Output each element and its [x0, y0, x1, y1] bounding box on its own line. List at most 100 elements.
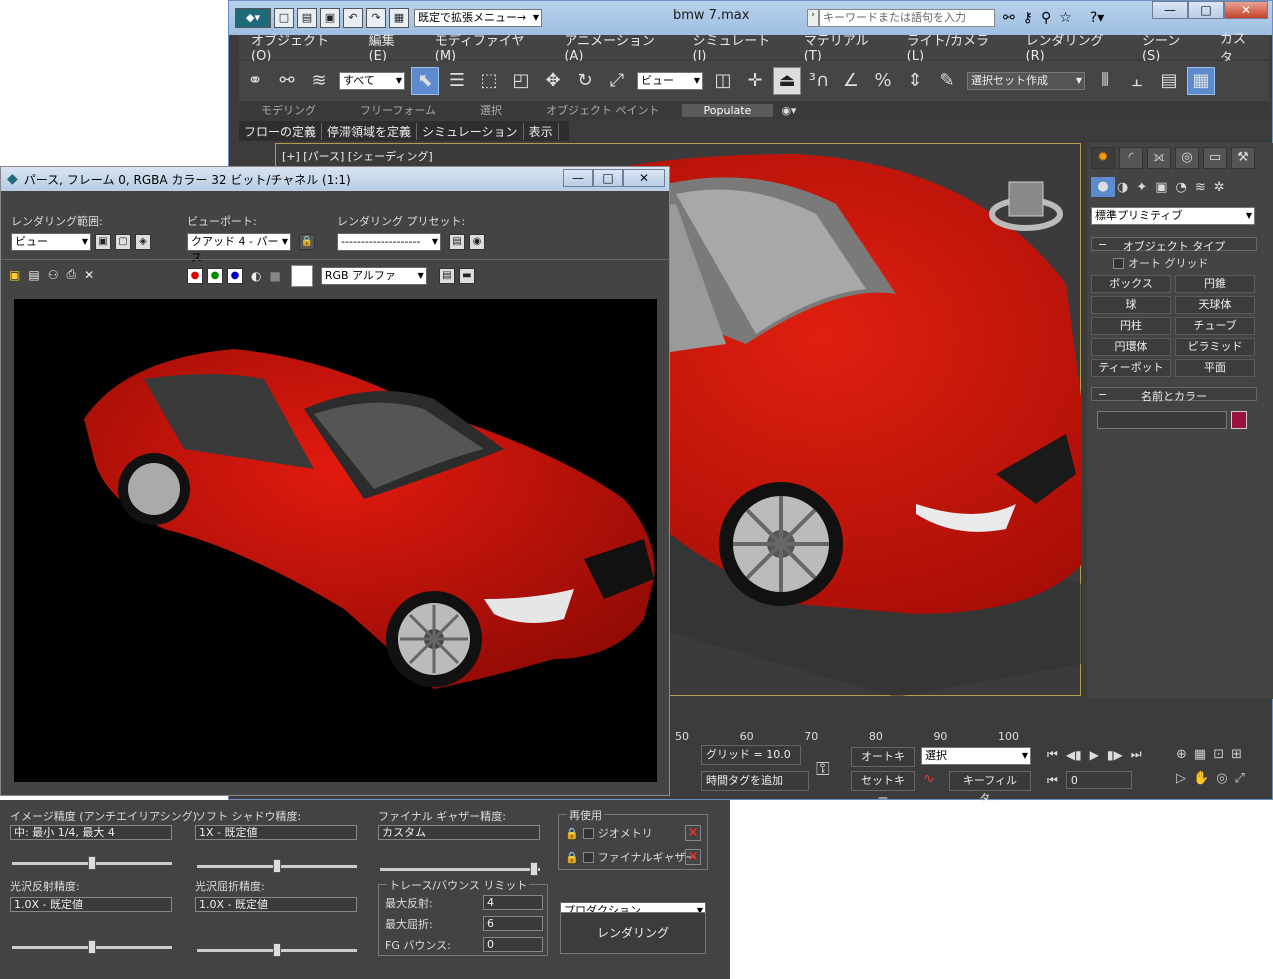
manipulate-icon[interactable]: ✛ [741, 67, 769, 95]
search-input[interactable]: キーワードまたは語句を入力 [819, 9, 995, 27]
keyboard-shortcut-override-icon[interactable]: ⏏ [773, 67, 801, 95]
favorites-icon[interactable]: ☆ [1059, 10, 1072, 26]
align-icon[interactable]: ⫠ [1123, 67, 1151, 95]
space-warps-icon[interactable]: ≋ [1195, 180, 1206, 195]
communication-icon[interactable]: ⚲ [1041, 10, 1051, 26]
new-file-icon[interactable]: □ [274, 8, 294, 28]
green-channel-icon[interactable]: ● [207, 268, 223, 284]
max-refractions-field[interactable]: 6 [483, 916, 543, 931]
hierarchy-tab-icon[interactable]: ⟗ [1147, 147, 1171, 169]
next-frame-icon[interactable]: ▮▶ [1107, 748, 1123, 762]
menu-scene[interactable]: シーン(S) [1130, 30, 1208, 64]
rollout-header[interactable]: − 名前とカラー [1091, 387, 1257, 403]
clone-window-icon[interactable]: ⚇ [48, 268, 59, 282]
prev-frame-icon[interactable]: ◀▮ [1066, 748, 1082, 762]
copy-image-icon[interactable]: ▤ [28, 268, 39, 282]
current-frame-field[interactable]: 0 [1065, 771, 1132, 789]
menu-simulate[interactable]: シミュレート(I) [681, 30, 792, 64]
orbit-icon[interactable]: ◎ [1216, 771, 1227, 786]
scale-icon[interactable]: ⤢ [603, 67, 631, 95]
tube-button[interactable]: チューブ [1175, 317, 1255, 335]
clear-fg-cache-icon[interactable]: ✕ [685, 849, 701, 865]
image-precision-slider[interactable] [12, 856, 172, 870]
key-tangent-icon[interactable]: ∿ [923, 771, 935, 787]
autogrid-checkbox[interactable] [1113, 257, 1124, 269]
glossy-refraction-slider[interactable] [197, 943, 357, 957]
zoom-extents-icon[interactable]: ⊡ [1213, 747, 1224, 762]
toggle-ribbon-icon[interactable]: ▦ [1187, 67, 1215, 95]
play-icon[interactable]: ▶ [1090, 748, 1099, 762]
ribbon-define-idle-areas[interactable]: 停滞領域を定義 [322, 122, 418, 140]
angle-snap-icon[interactable]: ∠ [837, 67, 865, 95]
close-button[interactable]: ✕ [1224, 1, 1268, 19]
ribbon-define-flows[interactable]: フローの定義 [239, 122, 323, 140]
render-setup-icon[interactable]: ▤ [449, 234, 465, 250]
set-key-icon[interactable]: ⚿ [816, 759, 830, 780]
viewport-select[interactable]: クアッド 4 - パース [187, 233, 291, 264]
maximize-viewport-icon[interactable]: ⤢ [1235, 771, 1245, 786]
minimize-button[interactable]: — [563, 169, 593, 187]
key-filters-button[interactable]: キーフィルタ... [949, 771, 1031, 805]
time-ruler[interactable]: 50 60 70 80 90 100 [675, 729, 1035, 743]
layer-explorer-icon[interactable]: ▤ [1155, 67, 1183, 95]
render-preset-select[interactable]: -------------------- [337, 233, 441, 251]
save-icon[interactable]: ▣ [320, 8, 340, 28]
workspace-select[interactable]: 既定で拡張メニュー→ [414, 9, 542, 27]
menu-edit[interactable]: 編集(E) [357, 30, 423, 64]
reference-coord-select[interactable]: ビュー [637, 72, 703, 90]
render-button[interactable]: レンダリング [560, 912, 706, 954]
environment-icon[interactable]: ◉ [469, 234, 485, 250]
object-color-swatch[interactable] [1231, 411, 1247, 429]
glossy-reflection-slider[interactable] [12, 940, 172, 954]
pivot-center-icon[interactable]: ◫ [709, 67, 737, 95]
glossy-refraction-field[interactable]: 1.0X - 既定値 [195, 897, 357, 912]
menu-object[interactable]: オブジェクト(O) [239, 30, 357, 64]
image-precision-field[interactable]: 中: 最小 1/4, 最大 4 [10, 825, 172, 840]
zoom-all-icon[interactable]: ▦ [1194, 747, 1206, 762]
geosphere-button[interactable]: 天球体 [1175, 296, 1255, 314]
clear-icon[interactable]: ✕ [84, 268, 94, 282]
auto-key-button[interactable]: オートキー [851, 747, 915, 781]
blue-channel-icon[interactable]: ● [227, 268, 243, 284]
alpha-channel-icon[interactable]: ◐ [251, 269, 261, 283]
spinner-snap-icon[interactable]: ⇕ [901, 67, 929, 95]
display-channel-select[interactable]: RGB アルファ [320, 267, 427, 285]
undo-icon[interactable]: ↶ [343, 8, 363, 28]
toggle-ui-overlay-icon[interactable]: ▤ [438, 268, 455, 284]
percent-snap-icon[interactable]: % [869, 67, 897, 95]
utilities-tab-icon[interactable]: ⚒ [1231, 147, 1255, 169]
lock-viewport-icon[interactable]: 🔒 [299, 234, 315, 250]
auto-region-icon[interactable]: ▢ [115, 234, 131, 250]
torus-button[interactable]: 円環体 [1091, 338, 1171, 356]
key-icon[interactable]: ⚷ [1023, 10, 1033, 26]
tab-populate[interactable]: Populate [681, 103, 774, 117]
mirror-icon[interactable]: ⫴ [1091, 67, 1119, 95]
cone-button[interactable]: 円錐 [1175, 275, 1255, 293]
close-button[interactable]: ✕ [623, 169, 665, 187]
print-icon[interactable]: ⎙ [66, 267, 76, 282]
menu-modifier[interactable]: モディファイヤ(M) [423, 30, 553, 64]
primitive-type-select[interactable]: 標準プリミティブ [1091, 207, 1255, 225]
tab-modeling[interactable]: モデリング [239, 102, 338, 118]
display-tab-icon[interactable]: ▭ [1203, 147, 1227, 169]
fg-bounces-field[interactable]: 0 [483, 937, 543, 952]
ribbon-display[interactable]: 表示 [524, 122, 559, 140]
project-icon[interactable]: ▦ [389, 8, 409, 28]
final-gather-slider[interactable] [380, 862, 540, 876]
menu-animation[interactable]: アニメーション(A) [552, 30, 680, 64]
zoom-icon[interactable]: ⊕ [1176, 747, 1187, 762]
named-selection-set-select[interactable]: 選択セット作成 [967, 72, 1085, 90]
rotate-icon[interactable]: ↻ [571, 67, 599, 95]
tab-freeform[interactable]: フリーフォーム [338, 102, 458, 118]
lights-icon[interactable]: ✦ [1136, 180, 1147, 195]
red-channel-icon[interactable]: ● [187, 268, 203, 284]
app-logo-icon[interactable]: ◆▾ [235, 8, 271, 28]
menu-material[interactable]: マテリアル(T) [792, 30, 895, 64]
tab-object-paint[interactable]: オブジェクト ペイント [524, 102, 682, 118]
soft-shadow-slider[interactable] [197, 859, 357, 873]
ribbon-options-icon[interactable]: ◉▾ [773, 104, 804, 117]
teapot-button[interactable]: ティーポット [1091, 359, 1171, 377]
systems-icon[interactable]: ✲ [1214, 180, 1225, 195]
goto-start-icon[interactable]: ⏮ [1047, 747, 1058, 762]
lock-icon[interactable]: 🔒 [565, 851, 579, 864]
